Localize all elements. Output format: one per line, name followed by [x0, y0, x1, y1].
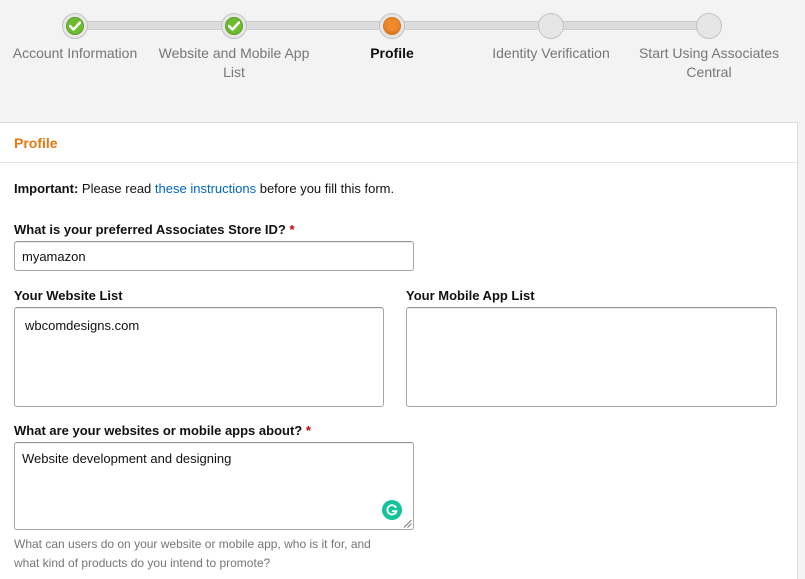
about-label: What are your websites or mobile apps ab… [14, 423, 311, 438]
grammarly-icon[interactable] [382, 500, 402, 520]
mobile-app-list-textarea[interactable] [406, 307, 777, 407]
step-status-dot [379, 13, 405, 39]
step-label: Account Information [12, 45, 138, 61]
step-label: Start Using Associates Central [638, 45, 780, 80]
website-list-textarea[interactable]: wbcomdesigns.com [14, 307, 384, 407]
step-label: Website and Mobile App List [158, 45, 310, 80]
step-status-dot [696, 13, 722, 39]
store-id-input[interactable] [14, 241, 414, 271]
profile-panel: Profile Important: Please read these ins… [0, 122, 798, 579]
step-label: Profile [370, 45, 414, 61]
important-text-post: before you fill this form. [259, 181, 395, 196]
store-id-label: What is your preferred Associates Store … [14, 222, 295, 237]
resize-grip-icon[interactable] [403, 519, 412, 528]
checkmark-icon [228, 21, 240, 31]
panel-title: Profile [14, 134, 58, 151]
instructions-link[interactable]: these instructions [155, 181, 256, 196]
required-mark: * [305, 423, 311, 438]
checkmark-icon [69, 21, 81, 31]
important-notice: Important: Please read these instruction… [14, 181, 394, 196]
about-hint-text: What can users do on your website or mob… [14, 537, 371, 570]
step-status-dot [221, 13, 247, 39]
required-mark: * [289, 222, 295, 237]
panel-header: Profile [0, 123, 797, 163]
step-label: Identity Verification [492, 45, 610, 61]
important-text-pre: Please read [81, 181, 152, 196]
step-status-dot [62, 13, 88, 39]
mobile-app-list-label: Your Mobile App List [406, 288, 535, 303]
progress-stepper: Account Information Website and Mobile A… [0, 0, 805, 122]
about-textarea[interactable]: Website development and designing [14, 442, 414, 530]
website-list-label: Your Website List [14, 288, 123, 303]
step-status-dot [538, 13, 564, 39]
important-label: Important: [14, 181, 79, 196]
